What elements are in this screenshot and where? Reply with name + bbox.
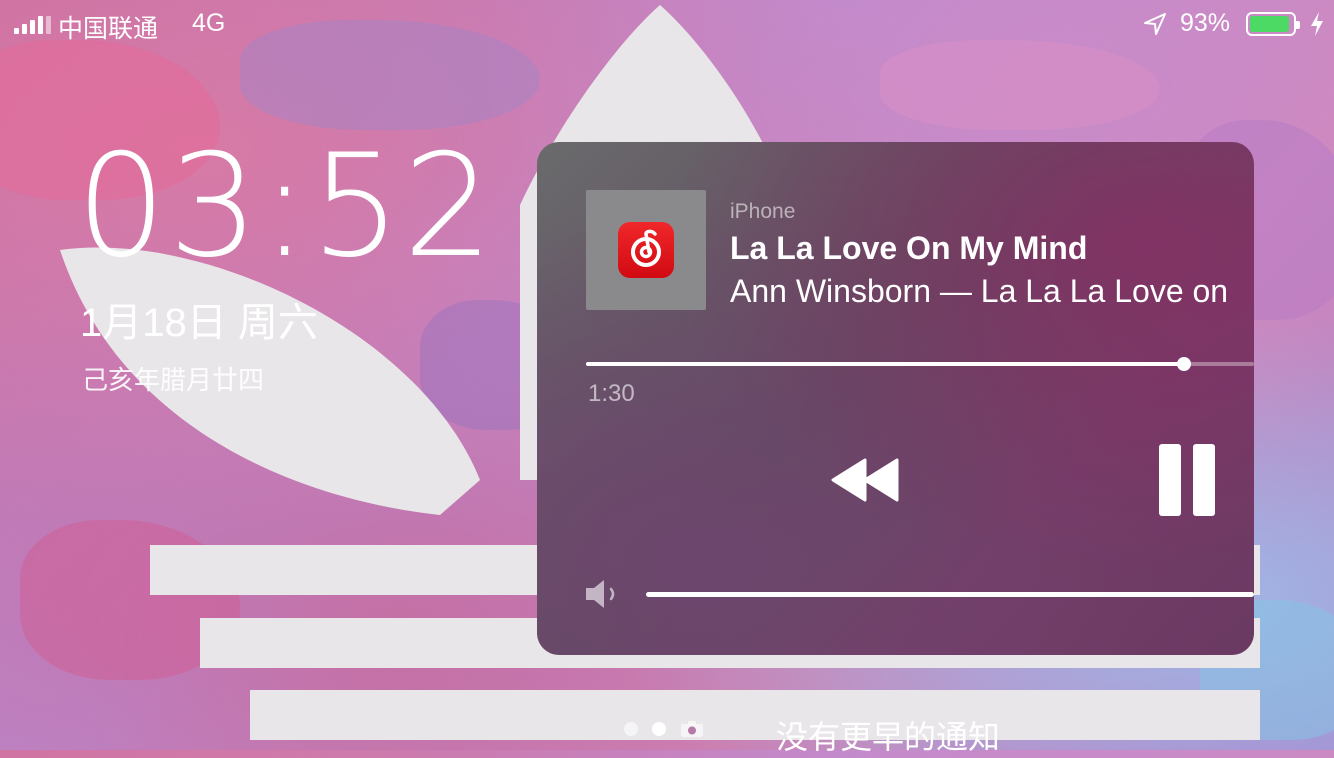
scrubber-knob[interactable] [1176,357,1191,371]
charging-bolt-icon [1311,12,1323,36]
output-device: iPhone [730,200,796,223]
lock-screen-time: 03:52 [76,124,496,289]
track-subtitle: Ann Winsborn — La La La Love on [730,273,1229,309]
no-older-notifications-label: 没有更早的通知 [776,719,1001,755]
battery-icon [1246,12,1300,36]
pause-icon[interactable] [1159,444,1215,516]
now-playing-widget[interactable]: iPhone La La Love On My Mind Ann Winsbor… [537,142,1254,655]
volume-speaker-icon [586,580,615,608]
page-dot[interactable] [624,722,638,736]
page-dot-active[interactable] [652,722,666,736]
playback-scrubber[interactable] [586,357,1254,371]
rewind-icon[interactable] [831,458,899,502]
status-bar: 中国联通 4G 93% [0,0,1334,48]
location-arrow-icon [1144,13,1166,35]
lunar-date: 己亥年腊月廿四 [82,365,265,395]
volume-slider[interactable] [646,592,1254,597]
elapsed-time: 1:30 [588,380,635,407]
carrier-name: 中国联通 [58,15,159,43]
page-indicator[interactable] [624,720,704,738]
network-type: 4G [192,9,226,37]
track-title: La La Love On My Mind [730,230,1088,266]
camera-icon[interactable] [680,720,704,738]
signal-strength-icon [14,14,51,34]
album-artwork[interactable] [586,190,706,310]
netease-music-icon [618,222,674,278]
battery-percentage: 93% [1180,9,1231,37]
lock-screen-date: 1月18日 周六 [80,301,318,345]
